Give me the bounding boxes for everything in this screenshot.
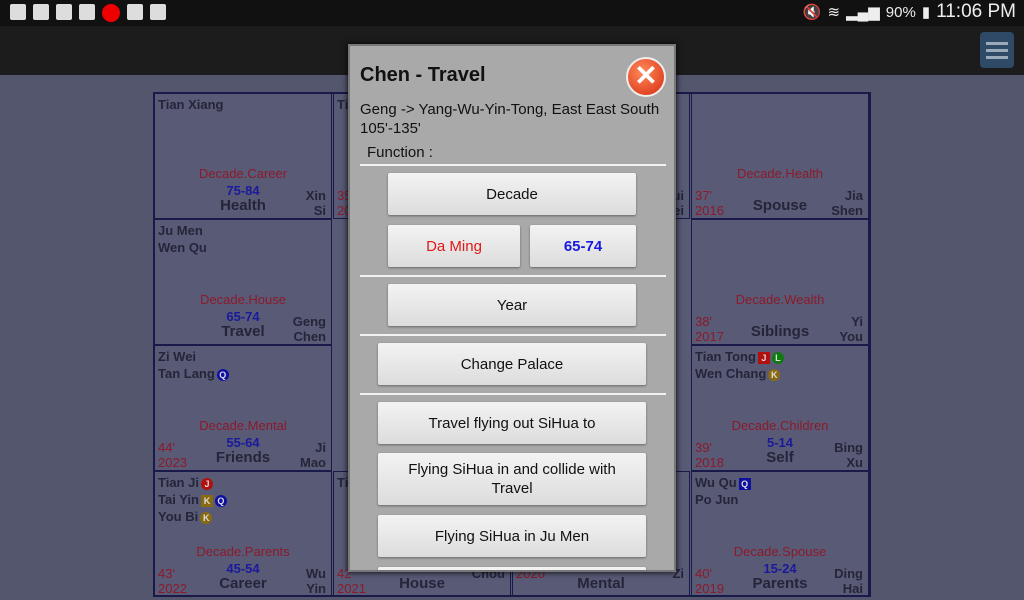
palace-cell[interactable]: Decade.Wealth Siblings 38' 2017 Yi You	[691, 219, 869, 345]
age-year: 39' 2018	[695, 440, 724, 470]
app-icon	[102, 4, 120, 22]
star-name: Ti	[337, 475, 349, 490]
image-icon	[33, 4, 49, 20]
sihua-badge: K	[768, 368, 781, 381]
decade-label: Decade.Health	[737, 166, 823, 181]
email-icon	[79, 4, 95, 20]
stem-branch: Bing Xu	[834, 440, 863, 470]
decade-label: Decade.Career	[198, 166, 288, 181]
star-name: Tan Lang Q	[158, 365, 229, 382]
usb-icon	[10, 4, 26, 20]
palace-cell[interactable]: Tian Ji J Tai Yin K Q You Bi K Decade.Parents 45…	[154, 471, 332, 597]
palace-cell[interactable]: Ju Men Wen Qu Decade.House 65-74 Travel Geng C…	[154, 219, 332, 345]
clipboard-icon	[150, 4, 166, 20]
stem-branch: Ji Mao	[300, 440, 326, 470]
palace-cell[interactable]: Tian Xiang Decade.Career 75-84 Health Xin Si	[154, 93, 332, 219]
age-year: 44' 2023	[158, 440, 187, 470]
star-name: Ti	[337, 97, 349, 112]
dialog-title: Chen - Travel	[360, 64, 486, 86]
decade-label: Decade.House	[200, 292, 286, 307]
function-label: Function :	[367, 144, 433, 161]
da-ming-button[interactable]: Da Ming	[388, 225, 520, 267]
decade-label: Decade.Spouse	[733, 544, 827, 559]
document-icon	[127, 4, 143, 20]
star-name: Wen Chang K	[695, 365, 784, 382]
palace-cell[interactable]: Wu Qu Q Po Jun Decade.Spouse 15-24 Parents 40'…	[691, 471, 869, 597]
sihua-badge: K	[200, 494, 213, 507]
sihua-badge: J	[200, 477, 213, 490]
decade-label: Decade.Wealth	[735, 292, 825, 307]
close-button[interactable]: ✕	[626, 57, 666, 97]
divider	[360, 393, 666, 395]
status-bar: 🔇 ≋ ▂▄▆ 90% ▮ 11:06 PM	[0, 0, 1024, 26]
sihua-badge: Q	[214, 494, 227, 507]
close-icon: ✕	[634, 60, 658, 91]
decade-label: Decade.Children	[731, 418, 829, 433]
age-year: 43' 2022	[158, 566, 187, 596]
age-year: 38' 2017	[695, 314, 724, 344]
palace-cell[interactable]: Tian Tong J L Wen Chang K Decade.Children 5-14…	[691, 345, 869, 471]
star-name: Tian Ji J	[158, 474, 227, 491]
star-name: Ju Men	[158, 223, 203, 238]
stem-branch: Yi You	[839, 314, 863, 344]
clock: 11:06 PM	[936, 1, 1016, 22]
decade-label: Decade.Parents	[196, 544, 290, 559]
stem-branch: Jia Shen	[831, 188, 863, 218]
sihua-badge: L	[771, 351, 784, 364]
menu-icon	[986, 41, 1008, 45]
decade-button[interactable]: Decade	[388, 173, 636, 215]
year-button[interactable]: Year	[388, 284, 636, 326]
flying-collide-button[interactable]: Flying SiHua in and collide with Travel	[378, 453, 646, 505]
sihua-badge: J	[757, 351, 770, 364]
menu-button[interactable]	[980, 32, 1014, 68]
camera-icon	[56, 4, 72, 20]
star-name: Wu Qu Q	[695, 474, 751, 491]
age-range: 75-84	[226, 183, 260, 198]
palace-name: Health	[220, 197, 266, 214]
stem-branch: Wu Yin	[306, 566, 326, 596]
star-list: Tian Tong J L Wen Chang K	[695, 348, 784, 382]
travel-flying-out-button[interactable]: Travel flying out SiHua to	[378, 402, 646, 444]
notification-icons	[10, 4, 166, 22]
sihua-badge: K	[200, 511, 213, 524]
signal-icon: ▂▄▆	[846, 4, 880, 21]
star-name: Tian Xiang	[158, 97, 224, 112]
palace-cell[interactable]: Zi Wei Tan Lang Q Decade.Mental 55-64 Friends…	[154, 345, 332, 471]
divider	[360, 164, 666, 166]
change-palace-button[interactable]: Change Palace	[378, 343, 646, 385]
mute-icon: 🔇	[802, 4, 822, 21]
battery-icon: ▮	[921, 4, 931, 21]
more-button[interactable]	[378, 567, 646, 570]
battery-percent: 90%	[885, 3, 916, 21]
wifi-icon: ≋	[827, 4, 841, 21]
star-list: Ti	[337, 474, 348, 491]
star-name: Wen Qu	[158, 240, 207, 255]
palace-dialog: Chen - Travel ✕ Geng -> Yang-Wu-Yin-Tong…	[348, 44, 676, 572]
decade-label: Decade.Mental	[199, 418, 287, 433]
sihua-badge: Q	[738, 477, 751, 490]
palace-cell[interactable]: Decade.Health Spouse 37' 2016 Jia Shen	[691, 93, 869, 219]
star-name: You Bi K	[158, 508, 227, 525]
stem-branch: Xin Si	[305, 188, 326, 218]
divider	[360, 334, 666, 336]
star-name: Zi Wei	[158, 349, 197, 364]
star-list: Tian Xiang	[158, 96, 224, 113]
star-list: Ju Men Wen Qu	[158, 222, 207, 256]
star-list: Tian Ji J Tai Yin K Q You Bi K	[158, 474, 227, 525]
age-year: 40' 2019	[695, 566, 724, 596]
stem-branch: Geng Chen	[292, 314, 326, 344]
star-list: Zi Wei Tan Lang Q	[158, 348, 229, 382]
stem-branch: Ding Hai	[834, 566, 863, 596]
star-name: Tian Tong J L	[695, 348, 784, 365]
star-list: Wu Qu Q Po Jun	[695, 474, 751, 508]
star-name: Tai Yin K Q	[158, 491, 227, 508]
divider	[360, 275, 666, 277]
flying-ju-men-button[interactable]: Flying SiHua in Ju Men	[378, 515, 646, 557]
dialog-description: Geng -> Yang-Wu-Yin-Tong, East East Sout…	[360, 101, 660, 137]
age-year: 37' 2016	[695, 188, 724, 218]
sihua-badge: Q	[216, 368, 229, 381]
star-list: Ti	[337, 96, 348, 113]
star-name: Po Jun	[695, 492, 739, 507]
range-button[interactable]: 65-74	[530, 225, 636, 267]
